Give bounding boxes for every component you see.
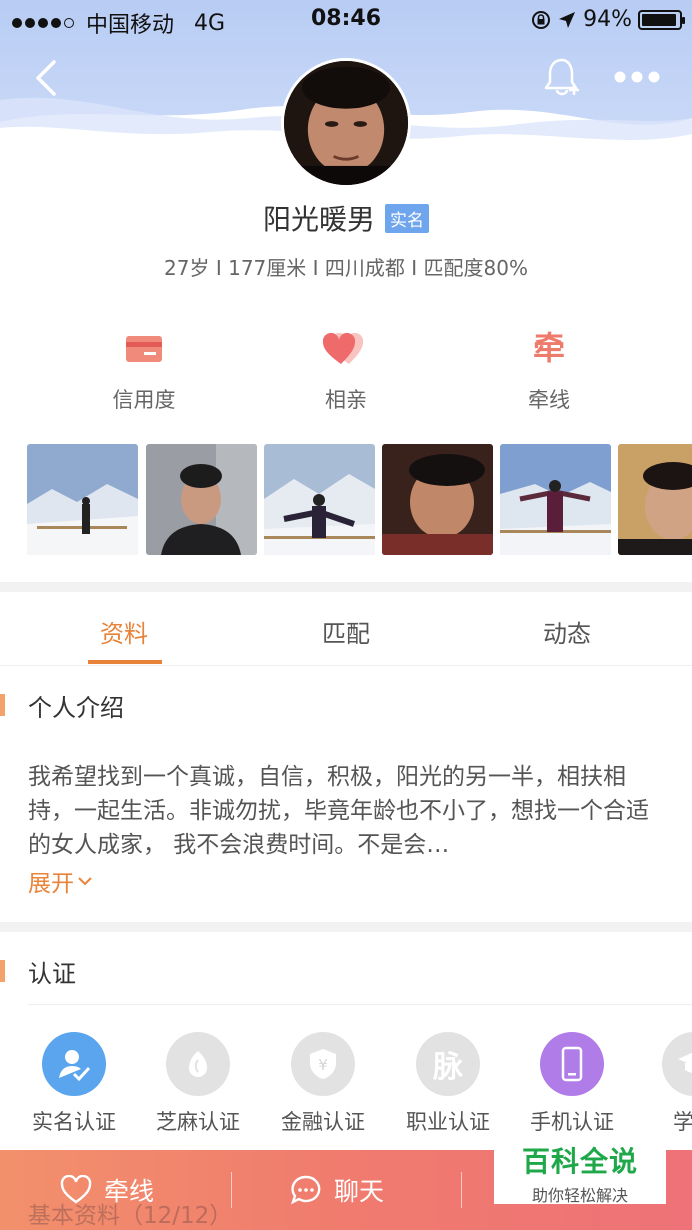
add-reminder-bell-icon[interactable] xyxy=(540,54,584,98)
watermark-logo: 百科全说 助你轻松解决 xyxy=(494,1138,666,1205)
chat-button[interactable]: 聊天 xyxy=(290,1172,384,1208)
cert-title: 认证 xyxy=(28,960,76,988)
verified-badge: 实名 xyxy=(385,203,429,233)
tab-profile[interactable]: 资料 xyxy=(54,614,194,649)
blind-date-action[interactable]: 相亲 xyxy=(276,320,416,420)
credit-action[interactable]: 信用度 xyxy=(74,320,214,420)
cert-label: 手机认证 xyxy=(530,1110,614,1134)
credit-label: 信用度 xyxy=(112,388,176,412)
more-options-icon[interactable] xyxy=(612,62,662,92)
tab-match[interactable]: 匹配 xyxy=(276,614,416,649)
cert-finance[interactable]: ¥ 金融认证 xyxy=(263,1032,383,1136)
photo-thumbnail[interactable] xyxy=(264,444,375,555)
section-accent-bar xyxy=(0,960,5,982)
cert-section-title: 认证 xyxy=(0,940,692,1000)
rotation-lock-icon xyxy=(532,10,551,29)
expand-link[interactable]: 展开 xyxy=(28,864,94,898)
credit-card-icon xyxy=(126,336,162,362)
bottom-separator xyxy=(461,1172,462,1208)
section-divider xyxy=(0,922,692,932)
photo-thumbnail[interactable] xyxy=(27,444,138,555)
photo-thumbnail[interactable] xyxy=(500,444,611,555)
watermark-subtitle: 助你轻松解决 xyxy=(531,1186,628,1205)
section-divider xyxy=(0,582,692,592)
cert-education[interactable]: 学历 xyxy=(634,1032,692,1136)
cert-job[interactable]: 脉 职业认证 xyxy=(388,1032,508,1136)
hearts-icon xyxy=(322,332,364,364)
photo-strip[interactable] xyxy=(27,444,692,555)
status-bar: 中国移动 4G 08:46 94% xyxy=(0,0,692,40)
cert-label: 金融认证 xyxy=(281,1110,365,1134)
chat-bubble-icon xyxy=(290,1175,321,1205)
status-right: 94% xyxy=(531,7,685,32)
battery-percent: 94% xyxy=(583,7,632,32)
intro-section-title: 个人介绍 xyxy=(0,674,692,734)
cert-sesame[interactable]: 芝麻认证 xyxy=(138,1032,258,1136)
back-button[interactable] xyxy=(26,56,66,100)
cert-list: 实名认证 芝麻认证 ¥ 金融认证 脉 职业认证 手机认证 学 xyxy=(0,1032,692,1142)
cert-label: 实名认证 xyxy=(32,1110,116,1134)
phone-icon xyxy=(540,1032,604,1096)
tab-moments[interactable]: 动态 xyxy=(497,614,637,649)
chat-button-label: 聊天 xyxy=(334,1177,385,1206)
cert-real-name[interactable]: 实名认证 xyxy=(14,1032,134,1136)
action-row: 信用度 相亲 牵 牵线 xyxy=(0,320,692,420)
qian-glyph-icon: 牵 xyxy=(532,329,565,367)
matchmaker-action[interactable]: 牵 牵线 xyxy=(479,320,619,420)
location-arrow-icon xyxy=(559,11,576,28)
watermark-title: 百科全说 xyxy=(521,1145,638,1178)
active-tab-indicator xyxy=(88,660,162,664)
cert-label: 学历 xyxy=(673,1110,692,1134)
battery-icon xyxy=(638,9,685,30)
chevron-down-icon xyxy=(78,877,92,886)
intro-title: 个人介绍 xyxy=(28,694,124,722)
basic-info-title: 基本资料（12/12） xyxy=(28,1203,233,1229)
profile-page: 中国移动 4G 08:46 94% 阳光暖男 实名 27岁 I 177厘米 I … xyxy=(0,0,692,1230)
job-glyph: 脉 xyxy=(433,1050,463,1085)
expand-label: 展开 xyxy=(28,871,74,897)
job-glyph-icon: 脉 xyxy=(416,1032,480,1096)
profile-info: 27岁 I 177厘米 I 四川成都 I 匹配度80% xyxy=(164,256,528,280)
cert-label: 职业认证 xyxy=(406,1110,490,1134)
shield-yen-icon: ¥ xyxy=(291,1032,355,1096)
intro-text: 我希望找到一个真诚，自信，积极，阳光的另一半，相扶相持，一起生活。非诚勿扰，毕竟… xyxy=(28,764,649,858)
tab-bar: 资料 匹配 动态 xyxy=(0,596,692,666)
matchmaker-label: 牵线 xyxy=(528,388,570,412)
photo-thumbnail[interactable] xyxy=(146,444,257,555)
profile-name-row: 阳光暖男 实名 xyxy=(0,198,692,238)
id-verified-icon xyxy=(42,1032,106,1096)
graduation-cap-icon xyxy=(662,1032,692,1096)
photo-thumbnail[interactable] xyxy=(618,444,692,555)
profile-name: 阳光暖男 xyxy=(262,203,375,236)
cert-divider-line xyxy=(28,1004,692,1005)
sesame-icon xyxy=(166,1032,230,1096)
photo-thumbnail[interactable] xyxy=(382,444,493,555)
avatar[interactable] xyxy=(281,58,411,188)
section-accent-bar xyxy=(0,694,5,716)
cert-label: 芝麻认证 xyxy=(156,1110,240,1134)
blind-date-label: 相亲 xyxy=(325,388,367,412)
yen-glyph: ¥ xyxy=(318,1056,328,1074)
cert-phone[interactable]: 手机认证 xyxy=(512,1032,632,1136)
